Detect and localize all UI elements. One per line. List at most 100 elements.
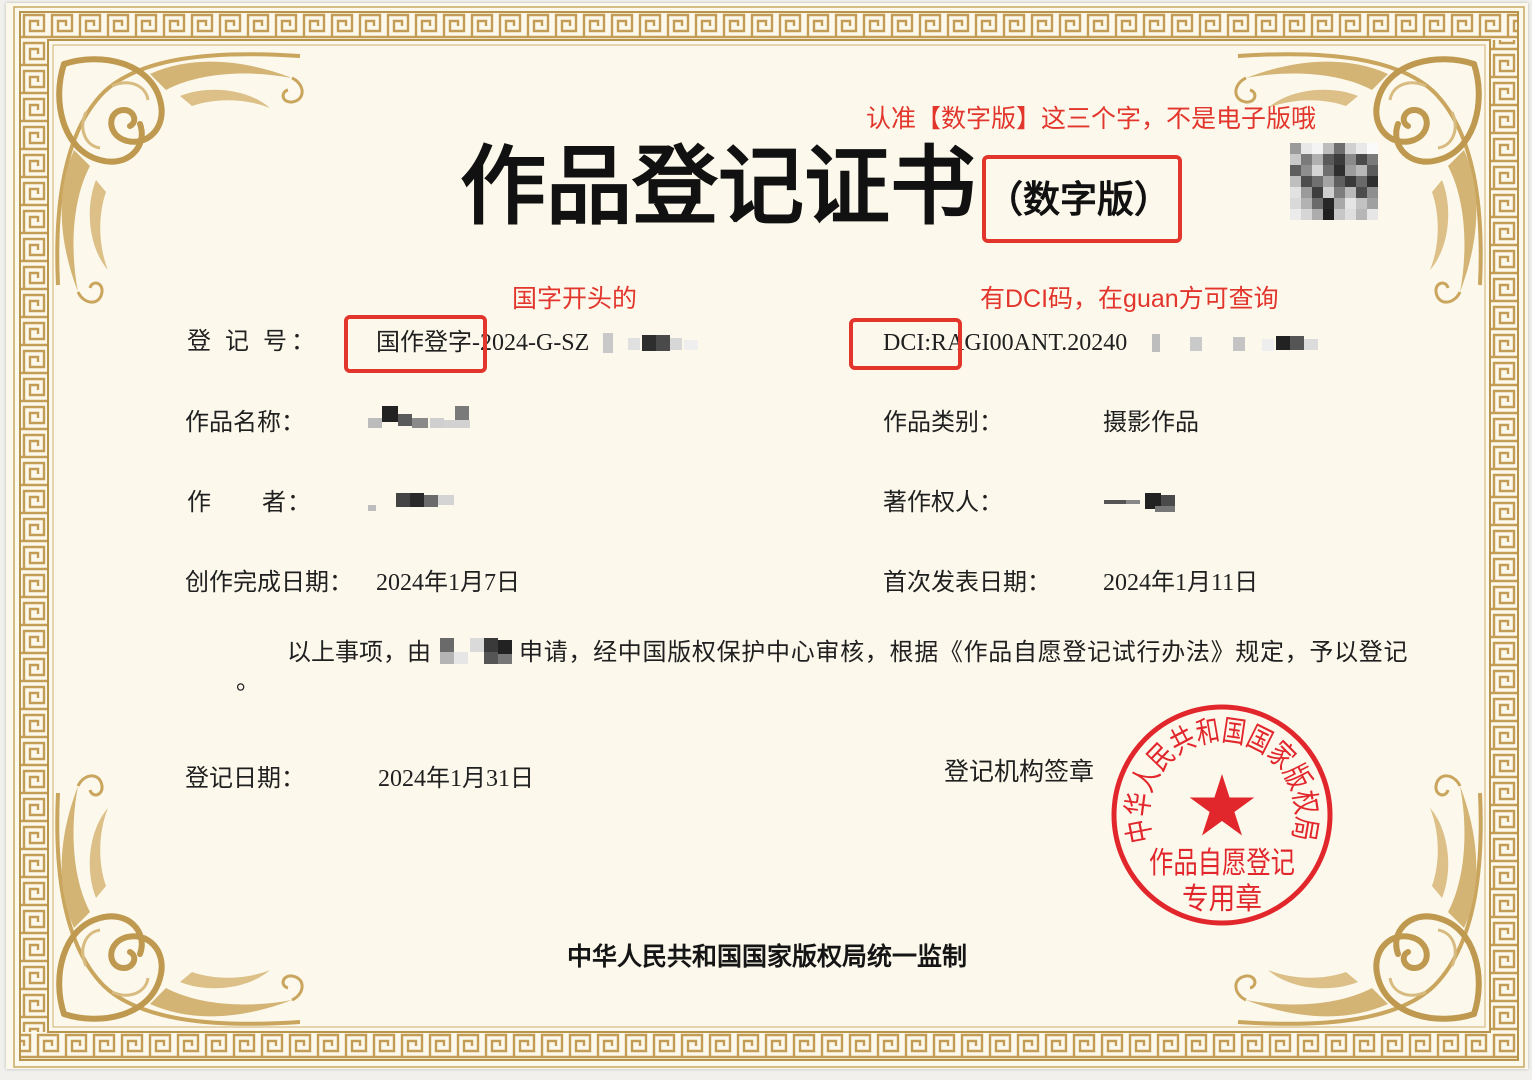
qr-cell <box>1290 165 1301 176</box>
qr-cell <box>1345 209 1356 220</box>
mosaic-cell <box>424 495 438 507</box>
mosaic-cell <box>628 338 640 350</box>
mosaic-cell <box>1155 506 1175 512</box>
qr-cell <box>1323 198 1334 209</box>
mosaic-cell <box>1276 336 1290 350</box>
redacted-author <box>368 493 454 511</box>
mosaic-cell <box>1126 500 1140 504</box>
qr-cell <box>1345 143 1356 154</box>
mosaic-cell <box>484 638 498 652</box>
qr-cell <box>1334 165 1345 176</box>
mosaic-cell <box>498 654 512 664</box>
official-seal: 中华人民共和国国家版权局 作品自愿登记 专用章 <box>1111 704 1333 926</box>
mosaic-cell <box>670 338 682 350</box>
qr-cell <box>1323 209 1334 220</box>
qr-cell <box>1356 187 1367 198</box>
mosaic-cell <box>656 335 670 351</box>
mosaic-cell <box>438 495 454 505</box>
qr-cell <box>1312 187 1323 198</box>
qr-cell <box>1312 154 1323 165</box>
seal-bottom-text: 专用章 <box>1182 882 1262 917</box>
qr-cell <box>1356 165 1367 176</box>
qr-cell <box>1334 209 1345 220</box>
qr-cell <box>1301 187 1312 198</box>
qr-cell <box>1367 198 1378 209</box>
qr-cell <box>1345 187 1356 198</box>
qr-cell <box>1367 154 1378 165</box>
qr-cell <box>1323 176 1334 187</box>
qr-cell <box>1367 209 1378 220</box>
redacted-registration-number <box>603 333 698 353</box>
qr-cell <box>1356 176 1367 187</box>
qr-cell <box>1334 176 1345 187</box>
redacted-copyright-owner <box>1104 493 1175 512</box>
qr-cell <box>1356 209 1367 220</box>
qr-cell <box>1334 198 1345 209</box>
qr-cell <box>1323 154 1334 165</box>
redacted-dci-code <box>1152 334 1318 352</box>
mosaic-cell <box>368 505 376 511</box>
qr-cell <box>1312 198 1323 209</box>
qr-cell <box>1290 187 1301 198</box>
qr-cell <box>1301 143 1312 154</box>
mosaic-cell <box>444 420 470 428</box>
mosaic-cell <box>382 406 398 422</box>
mosaic-cell <box>684 340 698 350</box>
redacted-applicant <box>440 638 512 664</box>
qr-cell <box>1345 198 1356 209</box>
qr-cell <box>1290 209 1301 220</box>
qr-cell <box>1334 143 1345 154</box>
qr-cell <box>1290 143 1301 154</box>
mosaic-cell <box>1190 337 1202 351</box>
qr-cell <box>1323 143 1334 154</box>
mosaic-cell <box>642 335 656 351</box>
qr-cell <box>1312 165 1323 176</box>
mosaic-cell <box>1290 336 1304 350</box>
qr-cell <box>1301 165 1312 176</box>
qr-cell <box>1312 209 1323 220</box>
qr-code-mosaic <box>1290 143 1378 220</box>
qr-cell <box>1301 176 1312 187</box>
certificate-page: 认准【数字版】这三个字，不是电子版哦 作品登记证书 （数字版） 国字开头的 有D… <box>0 0 1532 1080</box>
mosaic-cell <box>484 652 498 664</box>
mosaic-cell <box>1233 337 1245 351</box>
mosaic-cell <box>1304 339 1318 350</box>
mosaic-cell <box>498 640 512 654</box>
qr-cell <box>1334 187 1345 198</box>
mosaic-cell <box>1262 339 1274 351</box>
qr-cell <box>1323 165 1334 176</box>
qr-cell <box>1345 176 1356 187</box>
seal-center-text: 作品自愿登记 <box>1149 846 1295 881</box>
qr-cell <box>1301 209 1312 220</box>
mosaic-cell <box>1152 334 1160 352</box>
qr-cell <box>1345 165 1356 176</box>
mosaic-cell <box>470 638 484 652</box>
mosaic-cell <box>454 652 468 664</box>
qr-cell <box>1290 176 1301 187</box>
mosaic-cell <box>1104 500 1126 504</box>
qr-cell <box>1356 154 1367 165</box>
mosaic-cell <box>412 418 428 428</box>
mosaic-cell <box>603 333 613 353</box>
qr-cell <box>1323 187 1334 198</box>
mosaic-cell <box>430 418 444 428</box>
qr-cell <box>1367 176 1378 187</box>
qr-cell <box>1301 154 1312 165</box>
qr-cell <box>1367 143 1378 154</box>
redacted-work-name <box>368 406 470 428</box>
mosaic-cell <box>440 638 454 652</box>
qr-cell <box>1334 154 1345 165</box>
qr-cell <box>1301 198 1312 209</box>
seal-star-icon <box>1189 774 1255 836</box>
mosaic-cell <box>396 493 410 507</box>
mosaic-cell <box>455 406 469 420</box>
mosaic-cell <box>368 418 382 428</box>
qr-cell <box>1312 176 1323 187</box>
qr-cell <box>1290 154 1301 165</box>
qr-cell <box>1367 187 1378 198</box>
qr-cell <box>1356 198 1367 209</box>
qr-cell <box>1367 165 1378 176</box>
mosaic-cell <box>440 652 454 664</box>
qr-cell <box>1356 143 1367 154</box>
qr-cell <box>1345 154 1356 165</box>
